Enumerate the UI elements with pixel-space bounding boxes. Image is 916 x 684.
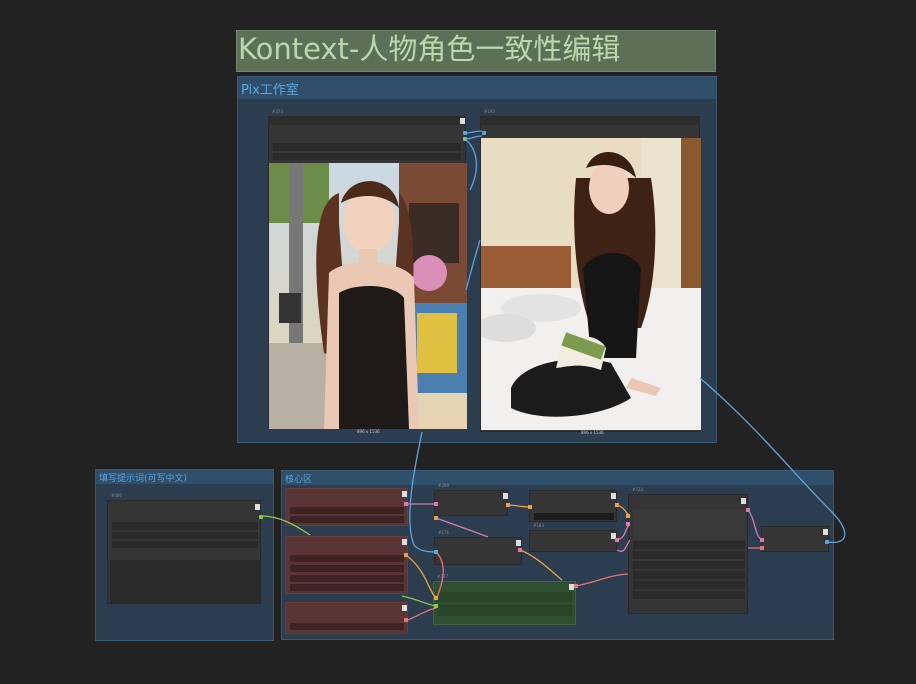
core-node-d-widget-5[interactable] bbox=[633, 581, 745, 589]
preview-node-title: #193 bbox=[484, 109, 495, 114]
red-node-2-widget-2[interactable] bbox=[290, 565, 404, 572]
load-image-header-bar bbox=[269, 117, 465, 125]
decode-output-dot[interactable] bbox=[825, 540, 829, 544]
red-node-1-widget-1[interactable] bbox=[290, 507, 404, 514]
image-select-widget[interactable] bbox=[273, 143, 461, 151]
preview-input-dot[interactable] bbox=[482, 131, 486, 135]
red-node-1-widget-2[interactable] bbox=[290, 516, 404, 523]
sampler-widget-2[interactable] bbox=[437, 605, 573, 616]
core-node-d-area[interactable] bbox=[633, 509, 745, 539]
result-photo bbox=[481, 138, 701, 430]
main-title: Kontext-人物角色一致性编辑 bbox=[238, 32, 621, 66]
prompt-output-dot[interactable] bbox=[259, 515, 263, 519]
core-node-b-title: #176 bbox=[438, 530, 449, 535]
decode-node-badge[interactable] bbox=[823, 529, 828, 535]
red-node-2[interactable] bbox=[285, 536, 408, 594]
sampler-widget-1[interactable] bbox=[437, 592, 573, 602]
upload-button[interactable] bbox=[273, 153, 461, 160]
red-node-3[interactable] bbox=[285, 602, 408, 634]
preview-header-bar bbox=[481, 117, 699, 125]
preview-caption: 896 x 1536 bbox=[581, 430, 604, 435]
group-prompt-title: 填写提示词(可写中文) bbox=[99, 474, 188, 484]
load-image-node-title: #373 bbox=[272, 109, 283, 114]
group-prompt-header[interactable]: 填写提示词(可写中文) bbox=[96, 470, 273, 484]
load-image-caption: 896 x 1536 bbox=[357, 429, 380, 434]
core-node-e-badge[interactable] bbox=[611, 533, 616, 539]
load-image-node[interactable]: #373 896 x 1536 bbox=[268, 109, 467, 434]
core-node-e-title: #183 bbox=[533, 523, 544, 528]
group-core-header[interactable]: 核心区 bbox=[282, 471, 833, 485]
decode-node[interactable] bbox=[761, 526, 829, 552]
core-node-d-widget-2[interactable] bbox=[633, 551, 745, 559]
core-node-e[interactable]: #183 bbox=[529, 523, 617, 552]
preview-image-node[interactable]: #193 896 x 1536 bbox=[480, 109, 701, 435]
red-node-3-widget[interactable] bbox=[290, 623, 404, 630]
core-node-d-widget-3[interactable] bbox=[633, 561, 745, 569]
prompt-node-title: #360 bbox=[111, 493, 122, 498]
red-node-3-badge[interactable] bbox=[402, 605, 407, 611]
red-node-2-widget-4[interactable] bbox=[290, 584, 404, 591]
source-photo bbox=[269, 163, 467, 429]
red-node-2-badge[interactable] bbox=[402, 539, 407, 545]
prompt-row-3[interactable] bbox=[112, 541, 258, 548]
load-image-badge[interactable] bbox=[460, 118, 465, 124]
core-node-b[interactable]: #176 bbox=[434, 530, 522, 565]
core-node-c-title: #377 bbox=[437, 574, 448, 579]
core-node-d-title: #724 bbox=[632, 487, 643, 492]
core-node-f-badge[interactable] bbox=[611, 493, 616, 499]
core-node-f-widget[interactable] bbox=[534, 513, 614, 520]
core-node-d-widget-6[interactable] bbox=[633, 591, 745, 599]
red-node-1-badge[interactable] bbox=[402, 491, 407, 497]
red-node-1[interactable] bbox=[285, 488, 408, 526]
group-studio-title: Pix工作室 bbox=[241, 83, 299, 98]
core-node-d-widget-4[interactable] bbox=[633, 571, 745, 579]
image-output-dot[interactable] bbox=[463, 131, 467, 135]
core-node-b-badge[interactable] bbox=[516, 540, 521, 546]
red-node-2-widget-1[interactable] bbox=[290, 555, 404, 562]
prompt-row-1[interactable] bbox=[112, 522, 258, 530]
prompt-text-node[interactable]: #360 bbox=[107, 493, 263, 604]
core-node-a-badge[interactable] bbox=[503, 493, 508, 499]
mask-output-dot[interactable] bbox=[463, 137, 467, 141]
group-core-title: 核心区 bbox=[285, 475, 313, 485]
core-node-d[interactable]: #724 bbox=[628, 487, 748, 614]
prompt-node-badge[interactable] bbox=[255, 504, 260, 510]
core-node-d-widget-1[interactable] bbox=[633, 541, 745, 549]
sampler-node[interactable]: #377 bbox=[433, 574, 576, 625]
prompt-textarea[interactable] bbox=[110, 560, 260, 603]
core-node-a-title: #209 bbox=[438, 483, 449, 488]
red-node-2-widget-3[interactable] bbox=[290, 575, 404, 582]
sampler-node-badge[interactable] bbox=[569, 584, 574, 590]
group-studio-header[interactable]: Pix工作室 bbox=[238, 77, 716, 99]
core-node-f[interactable] bbox=[529, 490, 617, 522]
prompt-row-2[interactable] bbox=[112, 532, 258, 539]
core-node-a[interactable]: #209 bbox=[434, 483, 508, 516]
core-node-d-badge[interactable] bbox=[741, 498, 746, 504]
